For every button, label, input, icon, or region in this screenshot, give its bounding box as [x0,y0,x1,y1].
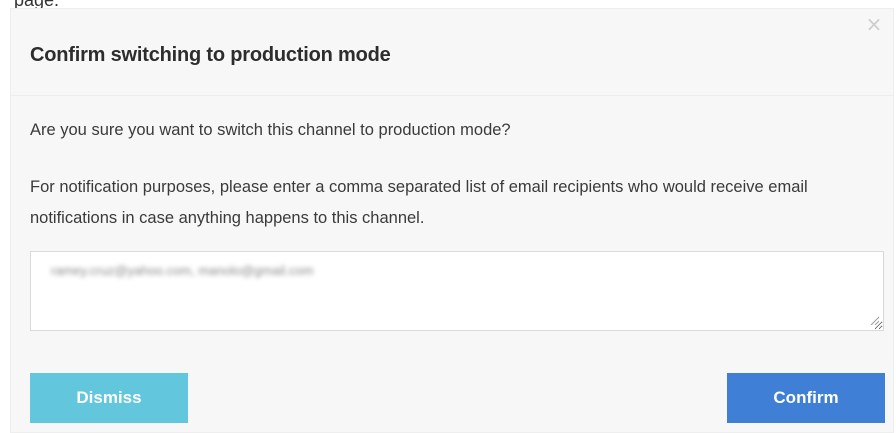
email-recipients-field[interactable] [30,251,884,331]
confirm-button[interactable]: Confirm [727,373,885,423]
dialog-title: Confirm switching to production mode [30,44,391,66]
dismiss-button[interactable]: Dismiss [30,373,188,423]
notification-instructions: For notification purposes, please enter … [30,178,808,227]
header-divider [11,95,893,96]
production-mode-dialog: × Confirm switching to production mode A… [10,8,894,433]
confirmation-question: Are you sure you want to switch this cha… [30,121,511,139]
close-icon[interactable]: × [865,14,883,34]
